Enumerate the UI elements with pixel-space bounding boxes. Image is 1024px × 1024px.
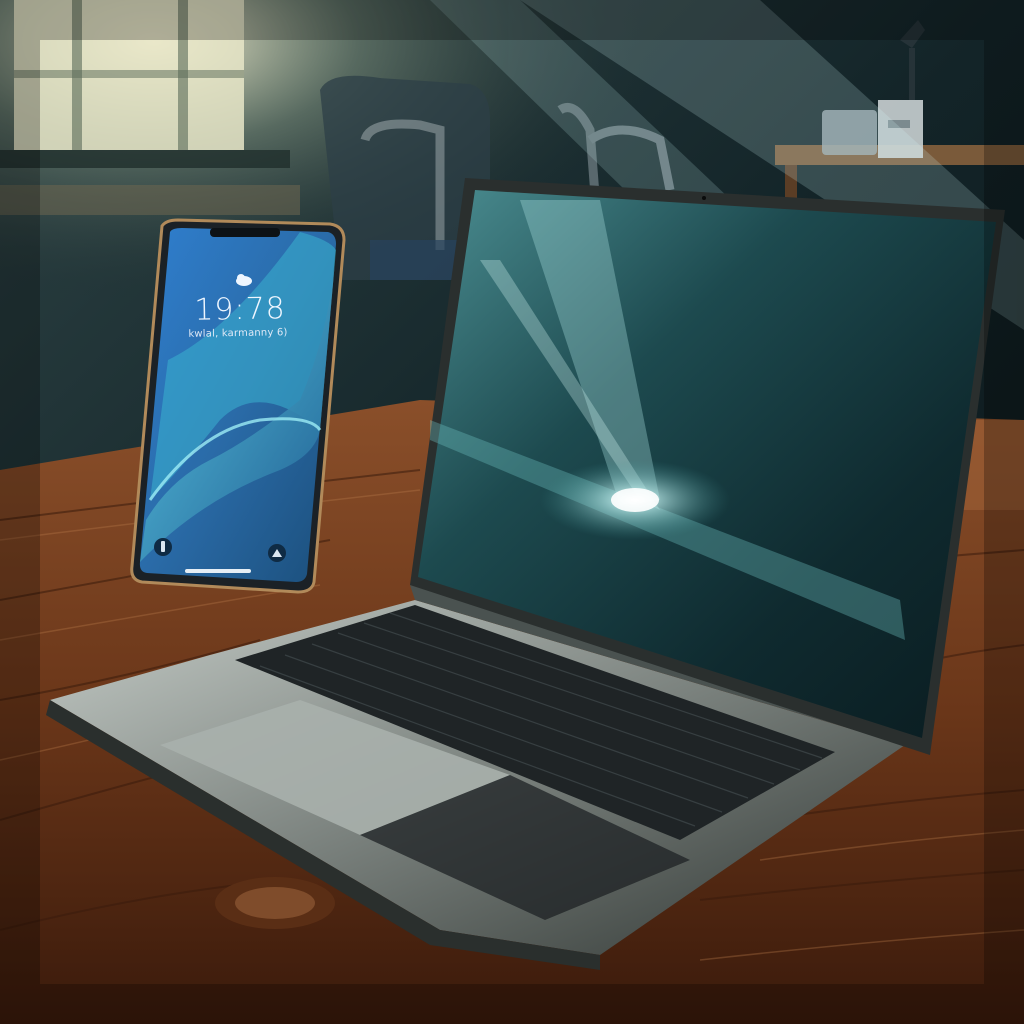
phone-date: kwlal, karmanny 6) <box>188 327 288 340</box>
scene-illustration <box>0 0 1024 1024</box>
smartphone <box>130 218 346 594</box>
webcam-icon <box>702 196 706 200</box>
phone-clock: 19:78 <box>193 291 287 328</box>
scene: 19:78 kwlal, karmanny 6) <box>0 0 1024 1024</box>
